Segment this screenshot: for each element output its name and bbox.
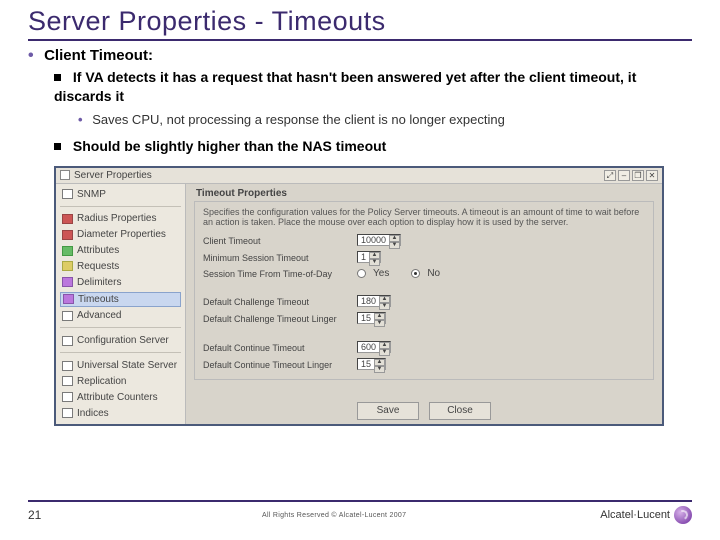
label-chal-timeout: Default Challenge Timeout: [203, 297, 353, 307]
brand-logo-icon: [674, 506, 692, 524]
bullet-level-1: • Client Timeout:: [28, 47, 692, 65]
tree-icon: [62, 361, 73, 371]
bullet-dot-small: •: [78, 112, 89, 127]
bullet-3a-text: Saves CPU, not processing a response the…: [92, 112, 505, 127]
sidebar-item-label: Configuration Server: [77, 335, 169, 346]
sidebar-item-requests[interactable]: Requests: [60, 260, 181, 273]
radio-yes[interactable]: [357, 269, 366, 278]
sidebar-item-uss[interactable]: Universal State Server: [60, 359, 181, 372]
tree-icon: [62, 336, 73, 346]
label-client-timeout: Client Timeout: [203, 236, 353, 246]
brand: Alcatel·Lucent: [600, 506, 692, 524]
sidebar-item-label: Diameter Properties: [77, 229, 166, 240]
label-cont-timeout: Default Continue Timeout: [203, 343, 353, 353]
window-titlebar: Server Properties ⤢ – ❐ ✕: [56, 168, 662, 184]
label-min-session: Minimum Session Timeout: [203, 253, 353, 263]
bullet-level-3: • Saves CPU, not processing a response t…: [78, 112, 692, 127]
sidebar-item-replication[interactable]: Replication: [60, 375, 181, 388]
window-title-text: Server Properties: [74, 170, 152, 181]
radio-yes-label: Yes: [373, 268, 389, 279]
sidebar-item-delimiters[interactable]: Delimiters: [60, 276, 181, 289]
window-close-button[interactable]: ✕: [646, 170, 658, 181]
sidebar-item-timeouts[interactable]: Timeouts: [60, 292, 181, 307]
sidebar-divider: [60, 352, 181, 354]
sidebar-item-attributes[interactable]: Attributes: [60, 244, 181, 257]
page-number: 21: [28, 508, 68, 522]
sidebar-item-label: Attributes: [77, 245, 119, 256]
spinner-chal-linger[interactable]: ▲▼: [374, 313, 385, 326]
spinner-chal-timeout[interactable]: ▲▼: [379, 296, 390, 309]
sidebar-item-label: Attribute Counters: [77, 392, 158, 403]
bullet-1-text: Client Timeout:: [44, 47, 153, 64]
sidebar-item-label: Radius Properties: [77, 213, 156, 224]
page-title: Server Properties - Timeouts: [28, 6, 692, 37]
tree-icon: [62, 246, 73, 256]
spinner-min-session[interactable]: ▲▼: [369, 252, 380, 265]
bullet-level-2: Should be slightly higher than the NAS t…: [54, 137, 692, 156]
spinner-client-timeout[interactable]: ▲▼: [389, 235, 400, 248]
brand-name: Alcatel·Lucent: [600, 509, 670, 521]
tree-icon: [62, 376, 73, 386]
bullet-dot: •: [28, 47, 40, 64]
sidebar-divider: [60, 206, 181, 208]
sidebar-item-diameter[interactable]: Diameter Properties: [60, 228, 181, 241]
tree-icon: [62, 392, 73, 402]
window-app-icon: [60, 170, 70, 180]
label-cont-linger: Default Continue Timeout Linger: [203, 360, 353, 370]
bullet-level-2: If VA detects it has a request that hasn…: [54, 68, 692, 106]
group-box: Specifies the configuration values for t…: [194, 201, 654, 381]
window-ext-button[interactable]: ⤢: [604, 170, 616, 181]
screenshot-window: Server Properties ⤢ – ❐ ✕ SNMP Radius Pr…: [54, 166, 664, 426]
bullet-square: [54, 74, 61, 81]
tree-icon: [63, 294, 74, 304]
save-button[interactable]: Save: [357, 402, 419, 420]
sidebar-item-attrcounters[interactable]: Attribute Counters: [60, 391, 181, 404]
sidebar-item-label: Indices: [77, 408, 109, 419]
radio-no-label: No: [427, 268, 440, 279]
sidebar-item-configserver[interactable]: Configuration Server: [60, 334, 181, 347]
radio-no[interactable]: [411, 269, 420, 278]
sidebar: SNMP Radius Properties Diameter Properti…: [56, 184, 186, 424]
sidebar-item-label: Timeouts: [78, 294, 119, 305]
footer-rule: [28, 500, 692, 502]
bullet-2a-text: If VA detects it has a request that hasn…: [54, 69, 636, 104]
window-min-button[interactable]: –: [618, 170, 630, 181]
tree-icon: [62, 277, 73, 287]
tree-icon: [62, 230, 73, 240]
copyright: All Rights Reserved © Alcatel-Lucent 200…: [68, 512, 600, 519]
sidebar-item-indices[interactable]: Indices: [60, 407, 181, 420]
spinner-cont-timeout[interactable]: ▲▼: [379, 342, 390, 355]
sidebar-divider: [60, 327, 181, 329]
sidebar-item-label: Replication: [77, 376, 126, 387]
sidebar-item-label: Requests: [77, 261, 119, 272]
group-title: Timeout Properties: [196, 188, 654, 199]
bullet-2b-text: Should be slightly higher than the NAS t…: [73, 138, 386, 154]
group-description: Specifies the configuration values for t…: [203, 207, 645, 229]
bullet-square: [54, 143, 61, 150]
window-max-button[interactable]: ❐: [632, 170, 644, 181]
sidebar-item-radius[interactable]: Radius Properties: [60, 213, 181, 226]
close-button[interactable]: Close: [429, 402, 491, 420]
sidebar-item-snmp[interactable]: SNMP: [60, 188, 181, 201]
sidebar-item-label: Advanced: [77, 310, 121, 321]
tree-icon: [62, 261, 73, 271]
sidebar-item-advanced[interactable]: Advanced: [60, 310, 181, 323]
tree-icon: [62, 214, 73, 224]
footer: 21 All Rights Reserved © Alcatel-Lucent …: [28, 500, 692, 524]
tree-icon: [62, 311, 73, 321]
sidebar-item-label: SNMP: [77, 189, 106, 200]
label-tod: Session Time From Time-of-Day: [203, 269, 353, 279]
spinner-cont-linger[interactable]: ▲▼: [374, 359, 385, 372]
label-chal-linger: Default Challenge Timeout Linger: [203, 314, 353, 324]
sidebar-item-label: Delimiters: [77, 277, 121, 288]
main-panel: Timeout Properties Specifies the configu…: [186, 184, 662, 424]
tree-icon: [62, 189, 73, 199]
sidebar-item-label: Universal State Server: [77, 360, 177, 371]
tree-icon: [62, 408, 73, 418]
